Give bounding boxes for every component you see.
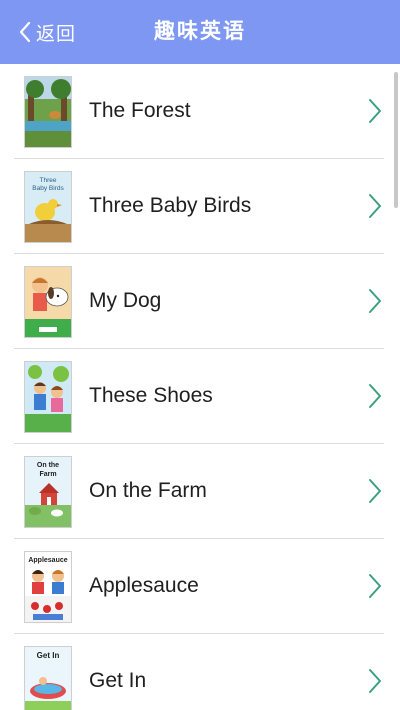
scrollbar[interactable]: [394, 72, 398, 208]
book-cover-image: [24, 266, 72, 338]
header-bar: 返回 趣味英语: [0, 0, 400, 64]
list-item-the-forest[interactable]: The Forest: [14, 64, 384, 159]
back-label: 返回: [36, 23, 77, 45]
chevron-right-icon: [366, 477, 384, 505]
chevron-right-icon: [366, 287, 384, 315]
list-item-get-in[interactable]: Get In Get In: [14, 634, 384, 710]
chevron-right-icon: [366, 192, 384, 220]
svg-text:Baby Birds: Baby Birds: [32, 185, 64, 192]
book-cover-image: Applesauce: [24, 551, 72, 623]
chevron-right-icon: [366, 667, 384, 695]
app-screen: 返回 趣味英语 The Forest Three Baby Birds Thre…: [0, 0, 400, 710]
book-cover-image: Get In: [24, 646, 72, 710]
list-item-these-shoes[interactable]: These Shoes: [14, 349, 384, 444]
chevron-right-icon: [366, 572, 384, 600]
book-title: My Dog: [89, 289, 162, 312]
book-list: The Forest Three Baby Birds Three Baby B…: [0, 64, 400, 710]
book-title: Applesauce: [89, 574, 199, 597]
book-title: Three Baby Birds: [89, 194, 252, 217]
list-item-applesauce[interactable]: Applesauce Applesauce: [14, 539, 384, 634]
list-item-three-baby-birds[interactable]: Three Baby Birds Three Baby Birds: [14, 159, 384, 254]
svg-text:Applesauce: Applesauce: [28, 557, 67, 564]
book-title: The Forest: [89, 99, 191, 122]
chevron-right-icon: [366, 97, 384, 125]
back-button[interactable]: 返回: [18, 14, 76, 50]
svg-text:Farm: Farm: [39, 471, 56, 478]
svg-text:Get In: Get In: [37, 651, 60, 660]
book-cover-image: [24, 361, 72, 433]
list-item-my-dog[interactable]: My Dog: [14, 254, 384, 349]
book-cover-image: On the Farm: [24, 456, 72, 528]
svg-text:On the: On the: [37, 462, 59, 469]
chevron-right-icon: [366, 382, 384, 410]
chevron-left-icon: [18, 20, 32, 44]
svg-text:Three: Three: [40, 177, 57, 184]
list-item-on-the-farm[interactable]: On the Farm On the Farm: [14, 444, 384, 539]
book-title: Get In: [89, 669, 147, 692]
book-title: These Shoes: [89, 384, 213, 407]
book-title: On the Farm: [89, 479, 207, 502]
book-cover-image: Three Baby Birds: [24, 171, 72, 243]
book-cover-image: [24, 76, 72, 148]
